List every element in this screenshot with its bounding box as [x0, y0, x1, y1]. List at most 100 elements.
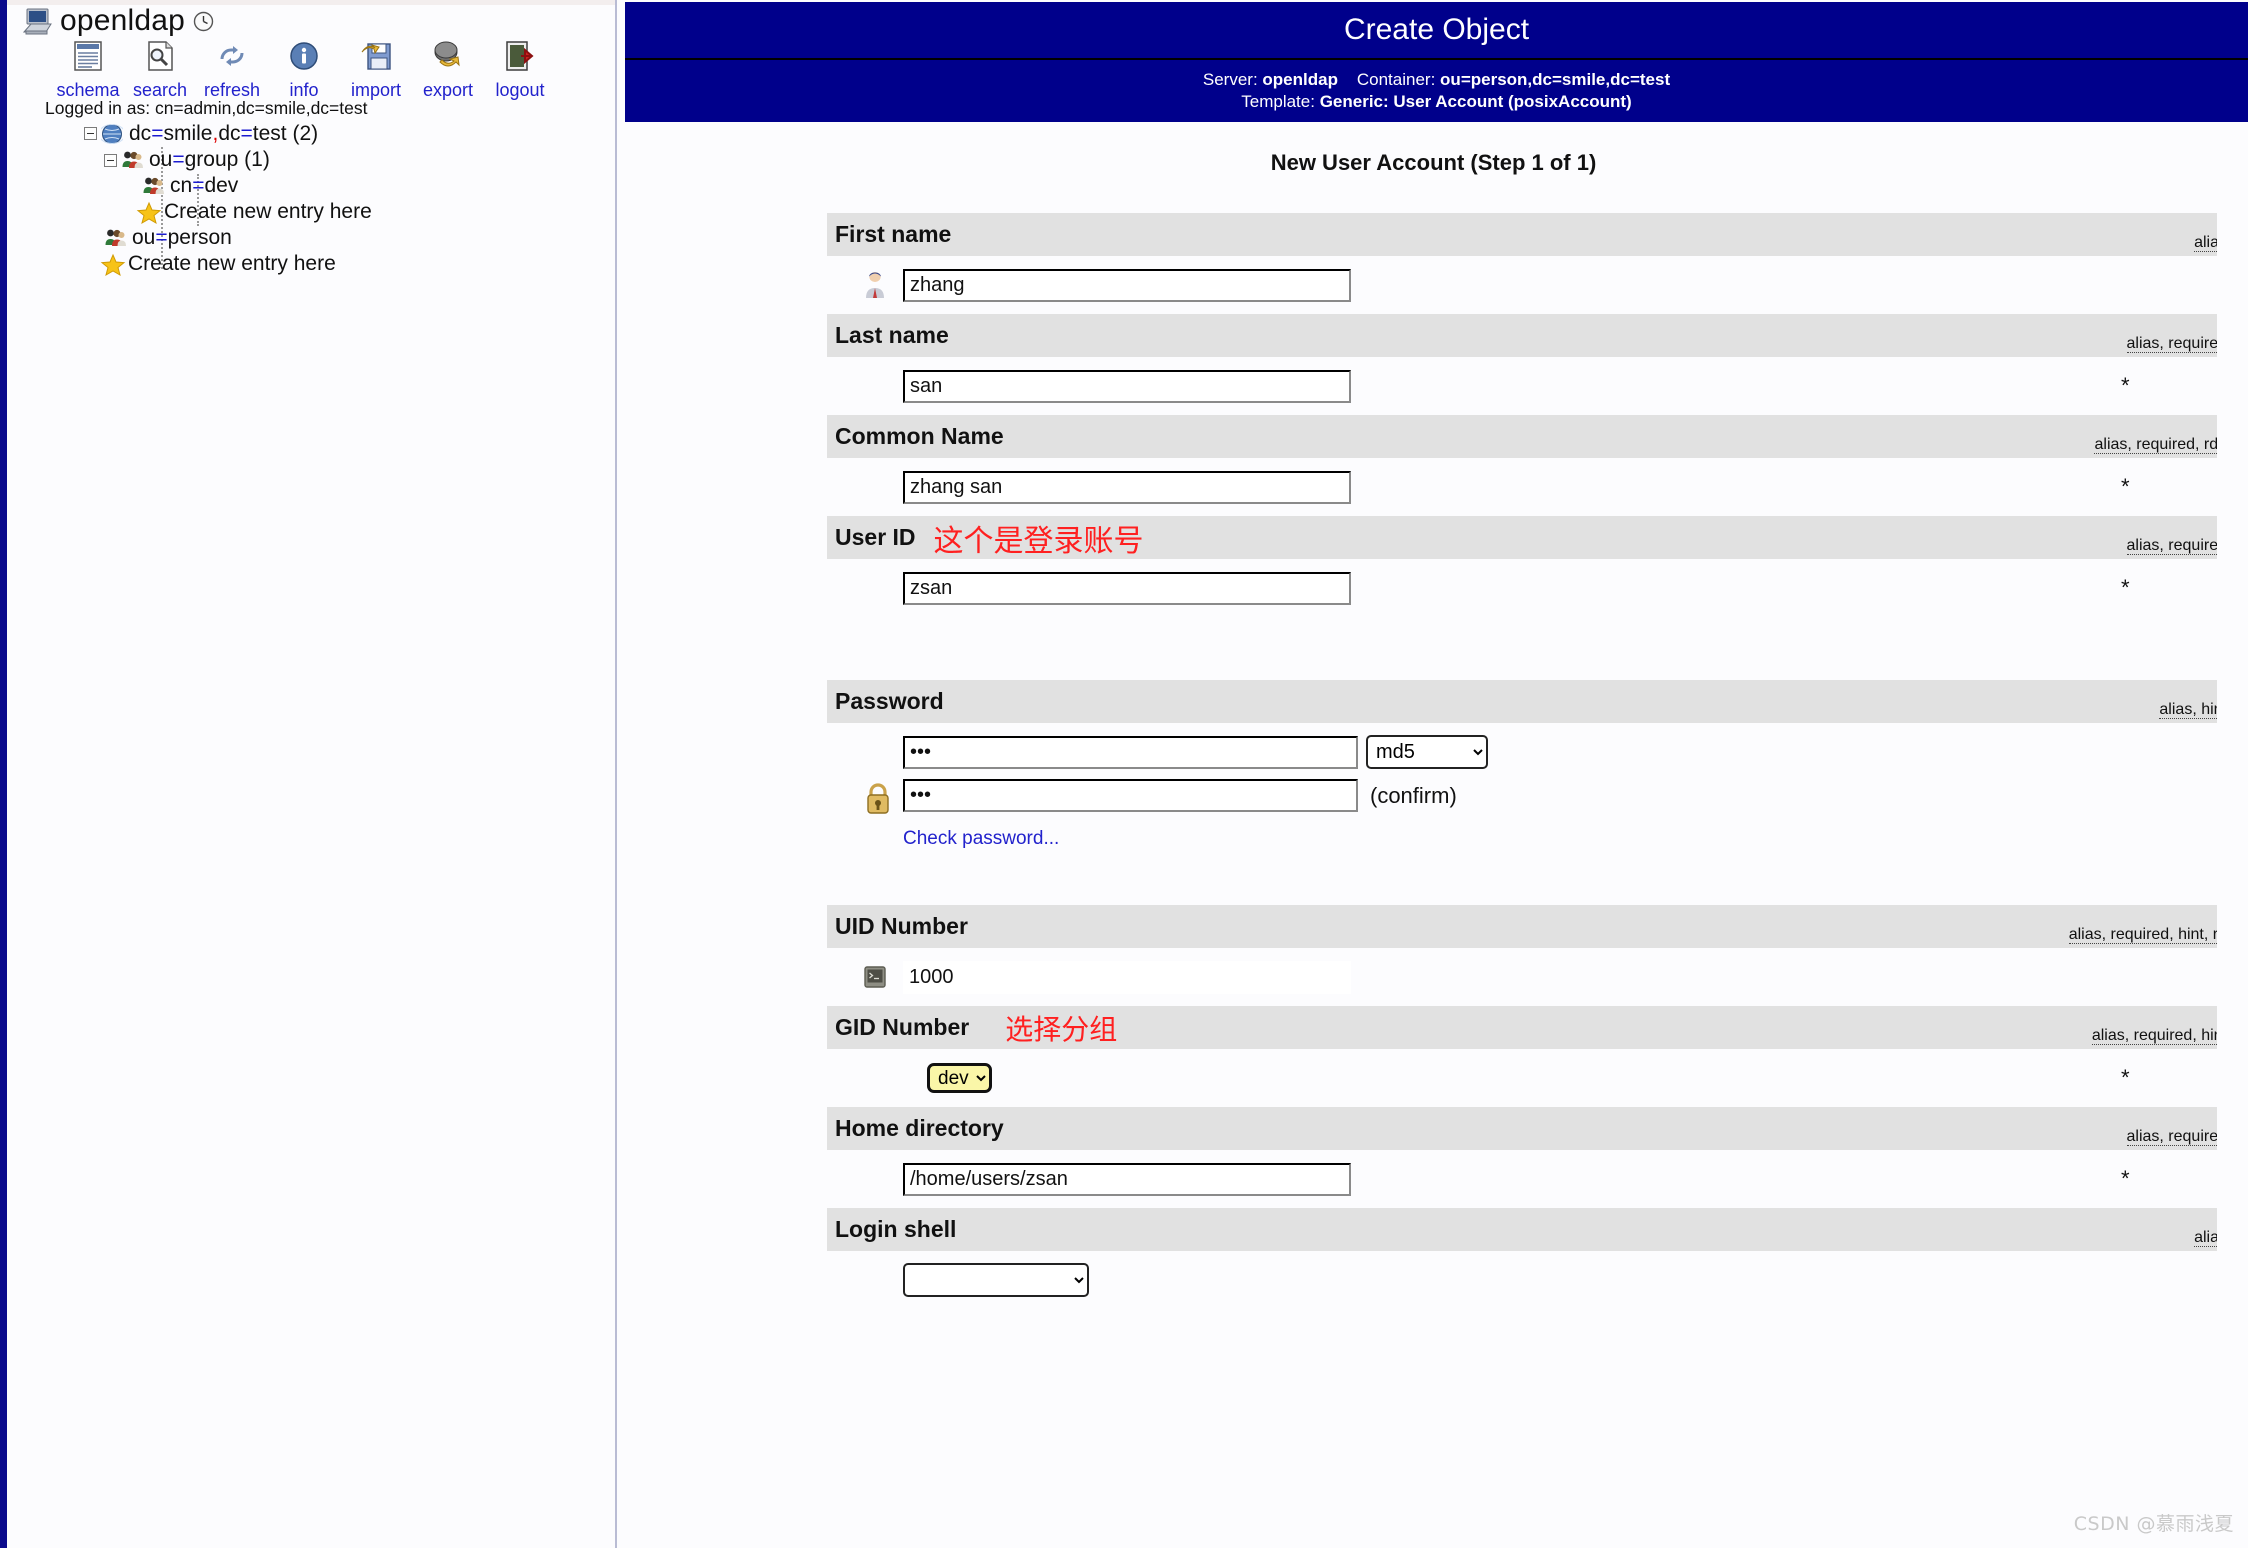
field-label-last-name: Last name: [835, 322, 949, 348]
field-header-uid-number: UID Number alias, required, hint, ro: [827, 905, 2217, 948]
toolbar-button-refresh[interactable]: refresh: [196, 36, 268, 101]
globe-icon: [98, 123, 126, 145]
logged-in-status: Logged in as: cn=admin,dc=smile,dc=test: [45, 98, 368, 118]
group-people-icon: [104, 227, 126, 249]
field-row-first-name: [827, 256, 2229, 314]
tree-node-ou-person-label: ou=person: [132, 226, 232, 249]
header-subtitle: Server: openldap Container: ou=person,dc…: [625, 60, 2248, 122]
required-star-home-directory: *: [2121, 1166, 2130, 1191]
required-star-common-name: *: [2121, 474, 2130, 499]
page-title: Create Object: [625, 2, 2248, 60]
tree-node-root[interactable]: dc=smile,dc=test (2): [0, 120, 615, 147]
info-circle-icon: [287, 36, 321, 76]
field-row-home-directory: *: [827, 1150, 2229, 1208]
tree-expander-ou-group[interactable]: [104, 153, 117, 167]
watermark: CSDN @慕雨浅夏: [2073, 1513, 2234, 1535]
field-label-password: Password: [835, 688, 944, 714]
gid-number-select[interactable]: dev: [927, 1063, 992, 1093]
group-people-icon: [142, 175, 164, 197]
field-hints-last-name: alias, required: [2126, 335, 2217, 353]
tree-node-create-entry-group-label: Create new entry here: [164, 200, 372, 223]
field-row-common-name: *: [827, 458, 2229, 516]
field-label-first-name: First name: [835, 221, 952, 247]
field-header-first-name: First name alias: [827, 213, 2217, 256]
create-object-form: First name alias Last name alias, requi: [827, 213, 2229, 1309]
user-id-input[interactable]: [903, 571, 1351, 605]
toolbar-button-import[interactable]: import: [340, 36, 412, 101]
field-header-password: Password alias, hint: [827, 680, 2217, 723]
field-header-login-shell: Login shell alias: [827, 1208, 2217, 1251]
field-label-uid-number: UID Number: [835, 913, 968, 939]
person-icon: [863, 271, 887, 299]
field-hints-user-id: alias, required: [2126, 537, 2217, 555]
tree-node-cn-dev[interactable]: cn=dev: [0, 173, 615, 199]
required-star-last-name: *: [2121, 373, 2130, 398]
field-row-login-shell: [827, 1251, 2229, 1309]
annotation-user-id: 这个是登录账号: [933, 523, 1144, 559]
field-label-user-id: User ID: [835, 524, 916, 550]
ldap-tree: dc=smile,dc=test (2) ou=group (1) cn=dev…: [0, 120, 615, 277]
toolbar-button-export[interactable]: export: [412, 36, 484, 101]
tree-expander-root[interactable]: [84, 127, 97, 140]
toolbar-button-logout[interactable]: logout: [484, 36, 556, 101]
container-label: Container:: [1356, 70, 1436, 89]
computer-icon: [22, 7, 52, 35]
check-password-link[interactable]: Check password...: [903, 828, 1488, 850]
template-label: Template:: [1241, 92, 1315, 111]
last-name-input[interactable]: [903, 369, 1351, 403]
uid-number-value: 1000: [903, 960, 1351, 994]
star-icon: [100, 253, 126, 277]
field-label-gid-number: GID Number: [835, 1014, 970, 1040]
server-label: Server:: [1202, 70, 1258, 89]
tree-node-cn-dev-label: cn=dev: [170, 174, 239, 197]
password-confirm-input[interactable]: [903, 779, 1358, 812]
login-shell-select[interactable]: [903, 1263, 1089, 1297]
refresh-arrows-icon: [215, 36, 249, 76]
toolbar-label-logout: logout: [495, 80, 545, 100]
tree-node-root-label: dc=smile,dc=test (2): [129, 121, 319, 145]
header-template-line: Template: Generic: User Account (posixAc…: [1241, 91, 1631, 113]
tree-node-create-entry-root-label: Create new entry here: [128, 252, 336, 275]
lock-icon: [863, 781, 893, 815]
toolbar-button-search[interactable]: search: [124, 36, 196, 101]
brand-title: openldap: [60, 4, 186, 37]
tree-node-create-entry-group[interactable]: Create new entry here: [0, 199, 615, 225]
server-value: openldap: [1262, 70, 1338, 89]
terminal-icon: [863, 965, 887, 989]
field-header-gid-number: GID Number 选择分组 alias, required, hint: [827, 1006, 2217, 1049]
import-floppy-icon: [359, 36, 393, 76]
home-directory-input[interactable]: [903, 1162, 1351, 1196]
field-row-uid-number: 1000: [827, 948, 2229, 1006]
clock-icon[interactable]: [193, 11, 214, 32]
schema-document-icon: [71, 36, 105, 76]
toolbar-label-export: export: [422, 80, 474, 100]
logout-door-icon: [503, 36, 537, 76]
template-value: Generic: User Account (posixAccount): [1319, 92, 1632, 111]
toolbar-button-schema[interactable]: schema: [52, 36, 124, 101]
common-name-input[interactable]: [903, 470, 1351, 504]
tree-node-ou-group[interactable]: ou=group (1): [0, 147, 615, 173]
annotation-gid-number: 选择分组: [1005, 1012, 1118, 1046]
field-hints-gid-number: alias, required, hint: [2091, 1027, 2217, 1045]
field-label-login-shell: Login shell: [835, 1216, 957, 1242]
app-window: openldap schema search refresh info impo…: [0, 0, 2248, 1548]
tree-node-ou-group-label: ou=group (1): [149, 148, 270, 171]
tree-node-create-entry-root[interactable]: Create new entry here: [0, 251, 615, 277]
field-hints-home-directory: alias, required: [2126, 1128, 2217, 1146]
header-server-container-line: Server: openldap Container: ou=person,dc…: [1203, 69, 1670, 91]
tree-node-ou-person[interactable]: ou=person: [0, 225, 615, 251]
field-hints-first-name: alias: [2194, 234, 2217, 252]
field-hints-login-shell: alias: [2194, 1229, 2217, 1247]
field-header-common-name: Common Name alias, required, rdn: [827, 415, 2217, 458]
container-value: ou=person,dc=smile,dc=test: [1440, 70, 1671, 89]
confirm-label: (confirm): [1370, 782, 1457, 808]
group-people-icon: [121, 149, 143, 171]
password-hash-select[interactable]: md5: [1366, 735, 1488, 769]
required-star-user-id: *: [2121, 575, 2130, 600]
field-hints-password: alias, hint: [2159, 701, 2217, 719]
first-name-input[interactable]: [903, 268, 1351, 302]
toolbar-button-info[interactable]: info: [268, 36, 340, 101]
password-input[interactable]: [903, 735, 1358, 769]
field-label-common-name: Common Name: [835, 423, 1004, 449]
search-document-icon: [143, 36, 177, 76]
